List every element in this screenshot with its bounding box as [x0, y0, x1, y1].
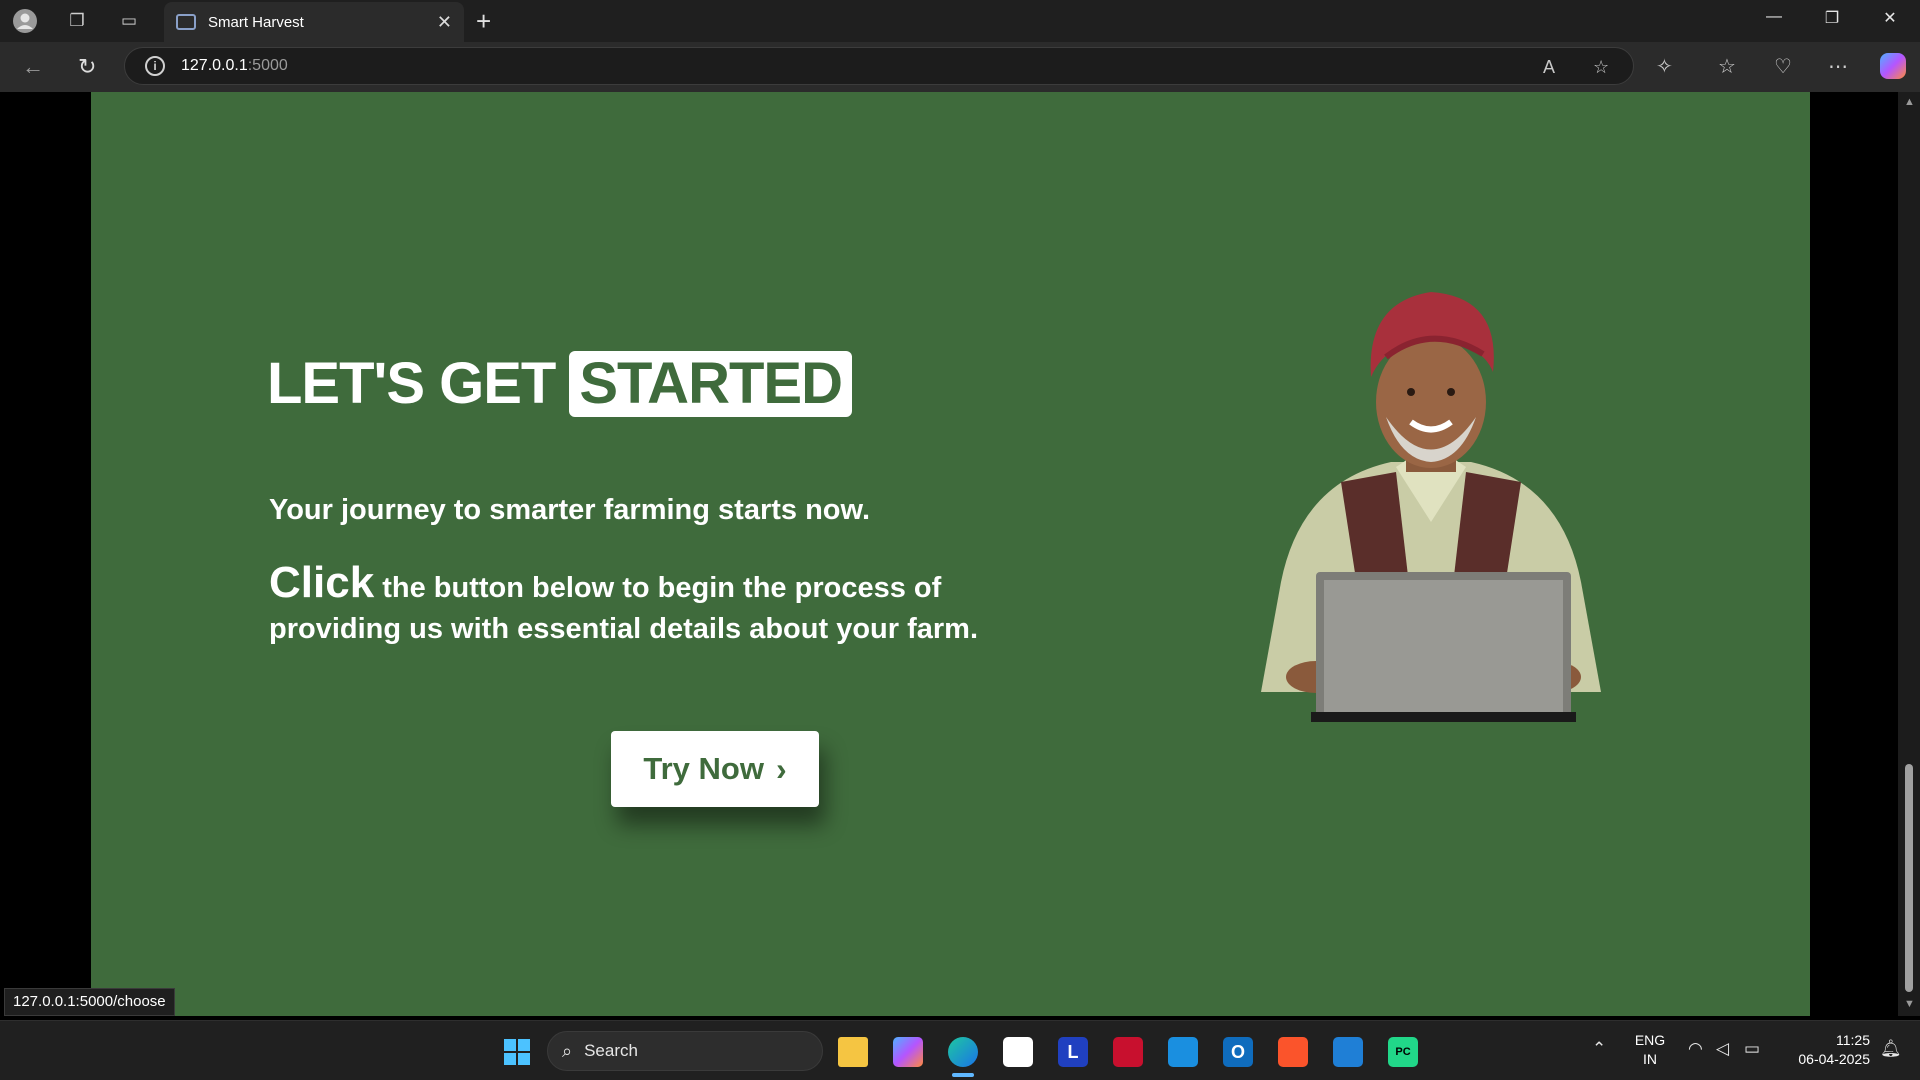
outlook-icon[interactable]: O [1223, 1037, 1253, 1067]
taskbar-search[interactable]: ⌕ Search [547, 1031, 823, 1071]
tab-smart-harvest[interactable]: Smart Harvest ✕ [164, 2, 464, 42]
refresh-icon[interactable]: ↻ [78, 54, 96, 80]
clock-date: 06-04-2025 [1798, 1051, 1870, 1067]
browser-essentials-icon[interactable]: ♡ [1774, 54, 1792, 79]
pen-app-icon[interactable] [1168, 1037, 1198, 1067]
tab-close-icon[interactable]: ✕ [437, 12, 452, 33]
region-code: IN [1643, 1051, 1657, 1067]
volume-icon[interactable]: ◁ [1716, 1039, 1729, 1059]
active-app-indicator [952, 1073, 974, 1077]
edge-browser-icon[interactable] [948, 1037, 978, 1067]
l-app-icon[interactable]: L [1058, 1037, 1088, 1067]
read-aloud-icon[interactable]: A [1543, 57, 1555, 78]
microsoft-store-icon[interactable] [1003, 1037, 1033, 1067]
hero-title: LET'S GET STARTED [267, 350, 852, 417]
hero-title-highlight: STARTED [569, 350, 852, 417]
search-icon: ⌕ [562, 1040, 573, 1061]
notifications-bell-icon[interactable]: 🔔︎ [1880, 1039, 1902, 1059]
language-code: ENG [1634, 1032, 1666, 1048]
workspaces-icon[interactable]: ❐ [64, 8, 90, 34]
brave-browser-icon[interactable] [1278, 1037, 1308, 1067]
click-word: Click [269, 558, 375, 607]
close-window-icon[interactable]: ✕ [1870, 8, 1910, 28]
language-indicator[interactable]: ENG IN [1630, 1031, 1670, 1069]
copilot-icon[interactable] [1880, 53, 1906, 79]
more-options-icon[interactable]: ⋯ [1828, 54, 1848, 79]
new-tab-icon[interactable]: + [476, 6, 491, 37]
windows-taskbar: ⌕ Search L O PC ⌃ ENG IN ◠ ◁ ▭ 11:25 06-… [0, 1020, 1920, 1080]
browser-viewport: LET'S GET STARTED Your journey to smarte… [4, 92, 1900, 1016]
hero-description: Click the button below to begin the proc… [269, 561, 1029, 650]
scroll-up-icon[interactable]: ▲ [1904, 96, 1915, 108]
hero-title-prefix: LET'S GET [267, 351, 556, 416]
try-now-label: Try Now [643, 751, 764, 786]
battery-icon[interactable]: ▭ [1744, 1039, 1760, 1059]
search-label: Search [584, 1041, 638, 1060]
site-info-icon[interactable]: i [145, 56, 165, 76]
minimize-icon[interactable]: — [1754, 8, 1794, 26]
description-text: the button below to begin the process of… [269, 572, 979, 645]
favorites-icon[interactable]: ☆ [1718, 54, 1736, 79]
extensions-icon[interactable]: ✧ [1656, 54, 1673, 79]
profile-icon[interactable] [12, 8, 38, 34]
clock-time: 11:25 [1836, 1032, 1870, 1048]
hero-lead: Your journey to smarter farming starts n… [269, 494, 871, 526]
scroll-down-icon[interactable]: ▼ [1904, 998, 1915, 1010]
pycharm-icon[interactable]: PC [1388, 1037, 1418, 1067]
chevron-right-icon: › [775, 750, 787, 787]
url-host: 127.0.0.1 [181, 57, 248, 74]
page-content: LET'S GET STARTED Your journey to smarte… [91, 92, 1810, 1016]
file-explorer-icon[interactable] [838, 1037, 868, 1067]
status-url-tooltip: 127.0.0.1:5000/choose [4, 988, 175, 1016]
restore-icon[interactable]: ❐ [1812, 8, 1852, 28]
address-bar[interactable]: i 127.0.0.1:5000 A ☆ [124, 47, 1634, 85]
copilot-app-icon[interactable] [893, 1037, 923, 1067]
back-icon[interactable]: ← [22, 54, 44, 80]
page-favicon-icon [176, 14, 196, 30]
vertical-tabs-icon[interactable]: ▭ [116, 8, 142, 34]
wifi-icon[interactable]: ◠ [1688, 1039, 1703, 1059]
farmer-with-laptop-image [1261, 292, 1601, 722]
page-scrollbar[interactable]: ▲ ▼ [1898, 92, 1920, 1016]
mcafee-icon[interactable] [1113, 1037, 1143, 1067]
try-now-button[interactable]: Try Now › [611, 731, 819, 807]
browser-tab-bar: ❐ ▭ Smart Harvest ✕ + — ❐ ✕ [0, 0, 1920, 42]
tab-title: Smart Harvest [208, 13, 304, 31]
show-hidden-icons-chevron-up-icon[interactable]: ⌃ [1592, 1039, 1606, 1059]
browser-toolbar: ← ↻ i 127.0.0.1:5000 A ☆ ✧ ☆ ♡ ⋯ [0, 42, 1920, 92]
url-port: :5000 [247, 57, 288, 74]
vscode-icon[interactable] [1333, 1037, 1363, 1067]
favorite-star-icon[interactable]: ☆ [1593, 57, 1609, 78]
clock[interactable]: 11:25 06-04-2025 [1780, 1031, 1870, 1069]
scrollbar-thumb[interactable] [1905, 764, 1913, 992]
windows-start-icon[interactable] [502, 1037, 532, 1067]
